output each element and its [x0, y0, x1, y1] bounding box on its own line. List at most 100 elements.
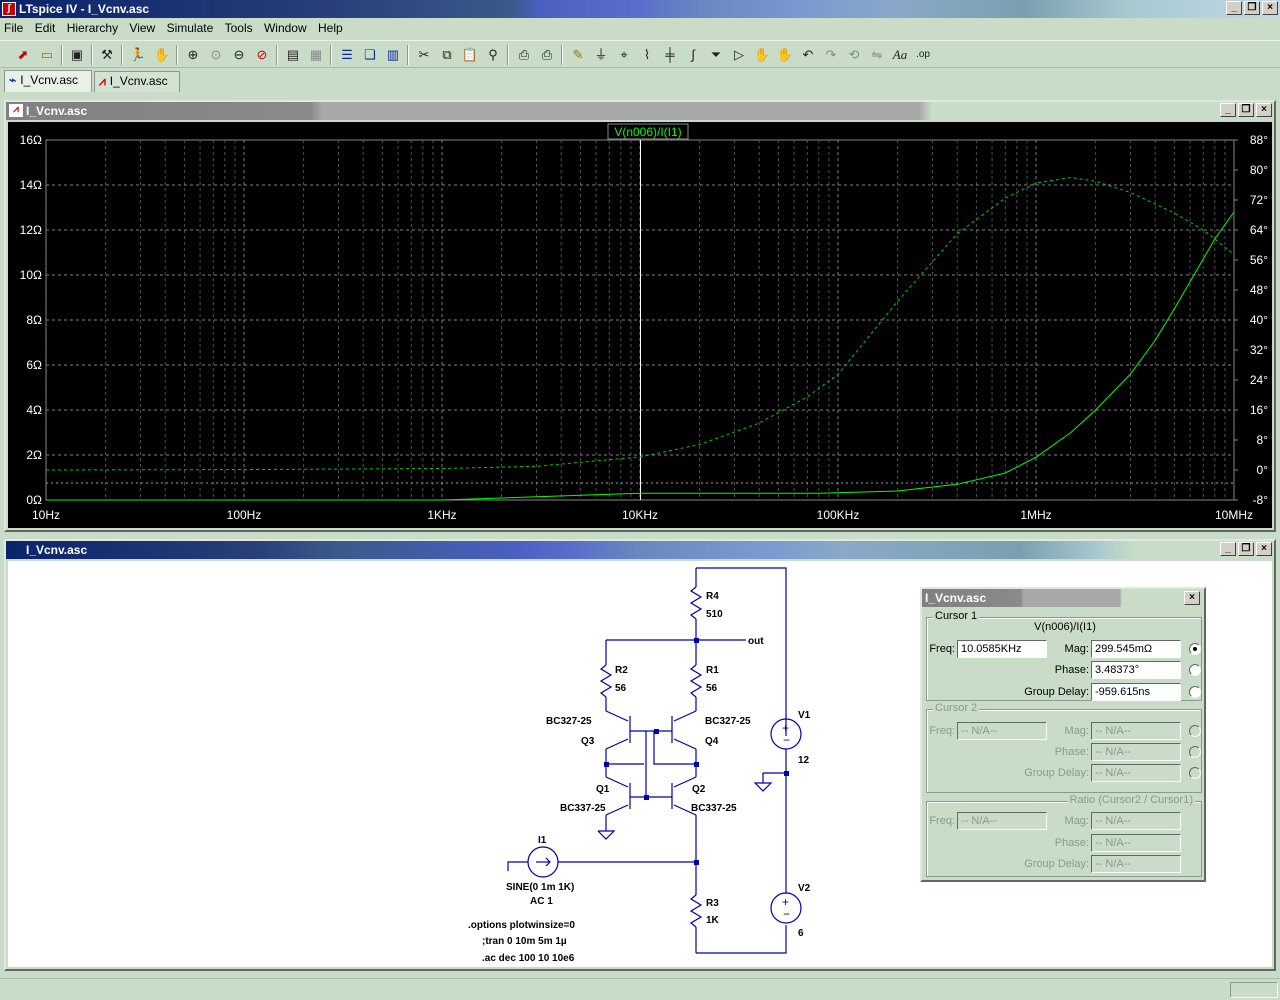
close-button[interactable]: × — [1262, 1, 1278, 15]
y-right-tick-label: 32° — [1250, 343, 1268, 357]
cascade-icon[interactable]: ❏ — [360, 45, 380, 65]
zoom-out-icon[interactable]: ⊖ — [229, 45, 249, 65]
y-right-tick-label: -8° — [1253, 493, 1269, 507]
y-left-tick-label: 4Ω — [26, 403, 42, 417]
close-button[interactable]: × — [1256, 103, 1272, 117]
cursor1-group-delay-radio[interactable] — [1189, 686, 1201, 698]
cursor1-group-delay-field[interactable]: -959.615ns — [1091, 683, 1181, 701]
ground-icon[interactable]: ⏚ — [591, 45, 611, 65]
cursor2-mag-field[interactable]: -- N/A-- — [1091, 722, 1181, 740]
tile-vertical-icon[interactable]: ▥ — [383, 45, 403, 65]
y-right-tick-label: 64° — [1250, 223, 1268, 237]
i1-ac-value: AC 1 — [530, 896, 553, 907]
spice-directive-options[interactable]: .options plotwinsize=0 — [468, 920, 575, 931]
text-icon[interactable]: Aa — [890, 45, 910, 65]
menu-window[interactable]: Window — [260, 19, 311, 35]
maximize-button[interactable]: ❐ — [1238, 542, 1254, 556]
cursor1-mag-field[interactable]: 299.545mΩ — [1091, 640, 1181, 658]
autorange-icon[interactable]: ▤ — [283, 45, 303, 65]
label-net-icon[interactable]: ⌖ — [614, 45, 634, 65]
open-icon[interactable]: ▭ — [37, 45, 57, 65]
halt-icon[interactable]: ✋ — [152, 45, 172, 65]
waveform-chart[interactable]: 10Hz 100Hz 1KHz 10KHz 100KHz 1MHz 10MHz 16Ω 14Ω 1… — [8, 122, 1272, 528]
print-icon[interactable]: ⎙ — [537, 45, 557, 65]
y-left-tick-label: 14Ω — [20, 178, 42, 192]
find-icon[interactable]: ⚲ — [483, 45, 503, 65]
cursor2-phase-field[interactable]: -- N/A-- — [1091, 743, 1181, 761]
cancel-zoom-icon[interactable]: ⊘ — [252, 45, 272, 65]
spice-directive-icon[interactable]: .op — [913, 45, 933, 65]
maximize-button[interactable]: ❐ — [1238, 103, 1254, 117]
q4-model: BC327-25 — [705, 716, 751, 727]
minimize-button[interactable]: _ — [1220, 542, 1236, 556]
redo-icon[interactable]: ↷ — [821, 45, 841, 65]
menu-help[interactable]: Help — [314, 19, 347, 35]
resistor-icon[interactable]: ⌇ — [637, 45, 657, 65]
cursor1-phase-radio[interactable] — [1189, 664, 1201, 676]
ratio-freq-field[interactable]: -- N/A-- — [957, 812, 1047, 830]
v2-label: V2 — [798, 883, 811, 894]
spice-directive-ac[interactable]: .ac dec 100 10 10e6 — [482, 953, 575, 964]
cursor2-mag-radio[interactable] — [1189, 725, 1201, 737]
menu-view[interactable]: View — [125, 19, 159, 35]
zoom-full-icon[interactable]: ⊙ — [206, 45, 226, 65]
app-title: LTspice IV - I_Vcnv.asc — [19, 2, 150, 16]
menu-tools[interactable]: Tools — [221, 19, 257, 35]
menu-simulate[interactable]: Simulate — [163, 19, 218, 35]
cursor2-freq-field[interactable]: -- N/A-- — [957, 722, 1047, 740]
undo-icon[interactable]: ↶ — [798, 45, 818, 65]
capacitor-icon[interactable]: ╪ — [660, 45, 680, 65]
rotate-icon[interactable]: ⟲ — [844, 45, 864, 65]
cursor1-phase-field[interactable]: 3.48373° — [1091, 661, 1181, 679]
svg-text:−: − — [783, 907, 790, 921]
spice-directive-tran[interactable]: ;tran 0 10m 5m 1µ — [482, 936, 567, 947]
waveform-window-title-bar[interactable]: ⩘ I_Vcnv.asc _ ❐ × — [6, 102, 1274, 120]
cursor1-mag-radio[interactable] — [1189, 643, 1201, 655]
x-tick-label: 10Hz — [32, 508, 60, 522]
zoom-in-icon[interactable]: ⊕ — [183, 45, 203, 65]
ratio-phase-field[interactable]: -- N/A-- — [1091, 834, 1181, 852]
tile-horizontal-icon[interactable]: ☰ — [337, 45, 357, 65]
tab-waveform[interactable]: ⩘ I_Vcnv.asc — [94, 71, 180, 92]
cut-icon[interactable]: ✂ — [414, 45, 434, 65]
y-left-tick-label: 8Ω — [26, 313, 42, 327]
waveform-window: ⩘ I_Vcnv.asc _ ❐ × 10Hz 100Hz 1KHz 10KHz 100… — [4, 100, 1276, 532]
cursor2-group-delay-field[interactable]: -- N/A-- — [1091, 764, 1181, 782]
maximize-button[interactable]: ❐ — [1244, 1, 1260, 15]
ltspice-logo-icon: ∫ — [2, 2, 16, 16]
component-icon[interactable]: ▷ — [729, 45, 749, 65]
paste-icon[interactable]: 📋 — [460, 45, 480, 65]
control-panel-icon[interactable]: ⚒ — [97, 45, 117, 65]
trace-label[interactable]: V(n006)/I(I1) — [614, 125, 681, 139]
print-setup-icon[interactable]: ⎙ — [514, 45, 534, 65]
ratio-mag-field[interactable]: -- N/A-- — [1091, 812, 1181, 830]
run-icon[interactable]: 🏃 — [128, 45, 148, 65]
inductor-icon[interactable]: ∫ — [683, 45, 703, 65]
cursor2-phase-radio[interactable] — [1189, 746, 1201, 758]
copy-icon[interactable]: ⧉ — [437, 45, 457, 65]
cursor1-freq-field[interactable]: 10.0585KHz — [957, 640, 1047, 658]
minimize-button[interactable]: _ — [1226, 1, 1242, 15]
close-button[interactable]: × — [1184, 591, 1200, 605]
drag-icon[interactable]: ✋ — [775, 45, 795, 65]
status-bar — [0, 978, 1280, 1000]
menu-edit[interactable]: Edit — [31, 19, 60, 35]
cursor2-group-delay-radio[interactable] — [1189, 767, 1201, 779]
menu-hierarchy[interactable]: Hierarchy — [63, 19, 122, 35]
ratio-group-delay-field[interactable]: -- N/A-- — [1091, 855, 1181, 873]
schematic-window-title-bar[interactable]: I_Vcnv.asc _ ❐ × — [6, 541, 1274, 559]
menu-file[interactable]: File — [0, 19, 27, 35]
waveform-plot[interactable]: 10Hz 100Hz 1KHz 10KHz 100KHz 1MHz 10MHz 16Ω 14Ω 1… — [8, 122, 1272, 528]
tab-schematic[interactable]: ⌁ I_Vcnv.asc — [4, 70, 92, 92]
new-schematic-icon[interactable]: ⬈ — [13, 45, 33, 65]
save-icon[interactable]: ▣ — [67, 45, 87, 65]
mirror-icon[interactable]: ⇋ — [867, 45, 887, 65]
grid-icon[interactable]: ▦ — [306, 45, 326, 65]
move-icon[interactable]: ✋ — [752, 45, 772, 65]
diode-icon[interactable]: ⏷ — [706, 45, 726, 65]
close-button[interactable]: × — [1256, 542, 1272, 556]
q2-model: BC337-25 — [691, 803, 737, 814]
wire-icon[interactable]: ✎ — [568, 45, 588, 65]
minimize-button[interactable]: _ — [1220, 103, 1236, 117]
cursor-dialog-title-bar[interactable]: I_Vcnv.asc × — [922, 589, 1204, 607]
